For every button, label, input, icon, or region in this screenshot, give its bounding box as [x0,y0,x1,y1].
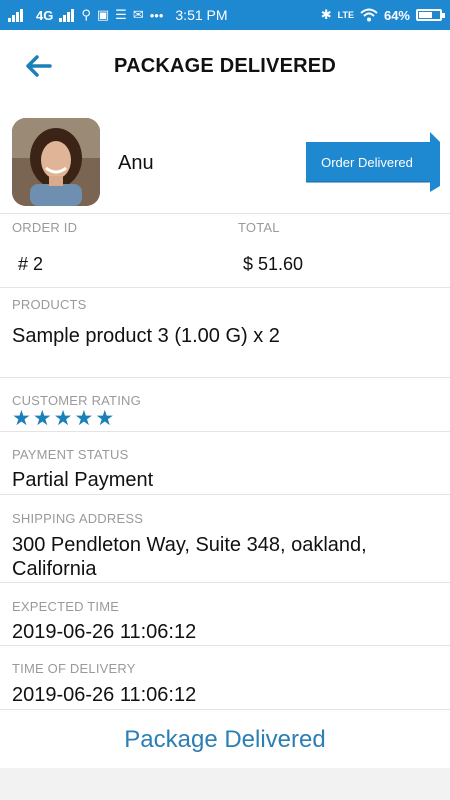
battery-icon [416,9,445,21]
payment-section: PAYMENT STATUS Partial Payment [0,432,450,495]
signal-icon-2 [59,9,75,22]
star-icon: ★ [95,407,115,430]
star-icon: ★ [74,407,94,430]
package-delivered-button[interactable]: Package Delivered [0,712,450,768]
bluetooth-icon: ✱ [320,7,332,22]
status-right: ✱ LTE 64% [320,7,445,23]
shipping-label: SHIPPING ADDRESS [12,511,144,526]
products-section: PRODUCTS Sample product 3 (1.00 G) x 2 [0,288,450,378]
badge-label: Order Delivered [321,154,413,170]
arrow-left-icon [26,55,52,77]
order-summary-section: ORDER ID # 2 TOTAL $ 51.60 [0,214,450,288]
network-type: 4G [36,7,54,23]
usb-icon: ⚲ [81,7,91,22]
back-button[interactable] [22,50,54,82]
customer-row: Anu Order Delivered [0,102,450,214]
delivery-time-label: TIME OF DELIVERY [12,661,136,676]
storage-icon: ▣ [96,7,110,22]
shipping-line-2: California [12,558,97,580]
order-id-label: ORDER ID [12,220,78,235]
database-icon: ☰ [115,7,127,22]
products-label: PRODUCTS [12,297,87,312]
more-icon: ••• [149,7,164,23]
customer-avatar [12,118,100,206]
order-delivered-badge[interactable]: Order Delivered [306,132,440,192]
rating-label: CUSTOMER RATING [12,393,141,408]
shipping-line-1: 300 Pendleton Way, Suite 348, oakland, [12,534,367,556]
battery-percent: 64% [383,7,410,23]
shipping-section: SHIPPING ADDRESS 300 Pendleton Way, Suit… [0,495,450,583]
rating-stars: ★ ★ ★ ★ ★ [12,407,115,430]
products-value: Sample product 3 (1.00 G) x 2 [12,325,280,347]
star-icon: ★ [12,407,31,430]
order-id-value: # 2 [18,254,44,274]
expected-time-value: 2019-06-26 11:06:12 [12,621,197,643]
signal-icon [8,9,23,22]
mail-icon: ✉ [132,7,144,22]
battery-level [419,12,432,18]
rating-section: CUSTOMER RATING ★ ★ ★ ★ ★ [0,378,450,432]
star-icon: ★ [32,407,52,430]
wifi-icon [360,8,378,22]
app-header: PACKAGE DELIVERED [0,30,450,102]
total-label: TOTAL [238,220,280,235]
total-value: $ 51.60 [243,254,304,274]
expected-time-section: EXPECTED TIME 2019-06-26 11:06:12 [0,583,450,646]
status-bar: 4G ⚲ ▣ ☰ ✉ ••• 3:51 PM ✱ LTE 64% [0,0,450,30]
volte-indicator: LTE [337,10,354,20]
status-left: 4G ⚲ ▣ ☰ ✉ ••• 3:51 PM [8,7,228,23]
delivery-time-value: 2019-06-26 11:06:12 [12,684,197,706]
star-icon: ★ [53,407,73,430]
delivery-time-section: TIME OF DELIVERY 2019-06-26 11:06:12 [0,646,450,710]
expected-time-label: EXPECTED TIME [12,599,120,614]
order-details-card: Anu Order Delivered ORDER ID # 2 TOTAL $… [0,102,450,768]
page-title: PACKAGE DELIVERED [114,54,336,77]
payment-label: PAYMENT STATUS [12,447,129,462]
customer-name: Anu [118,152,154,174]
payment-value: Partial Payment [12,469,154,491]
status-time: 3:51 PM [175,7,228,23]
